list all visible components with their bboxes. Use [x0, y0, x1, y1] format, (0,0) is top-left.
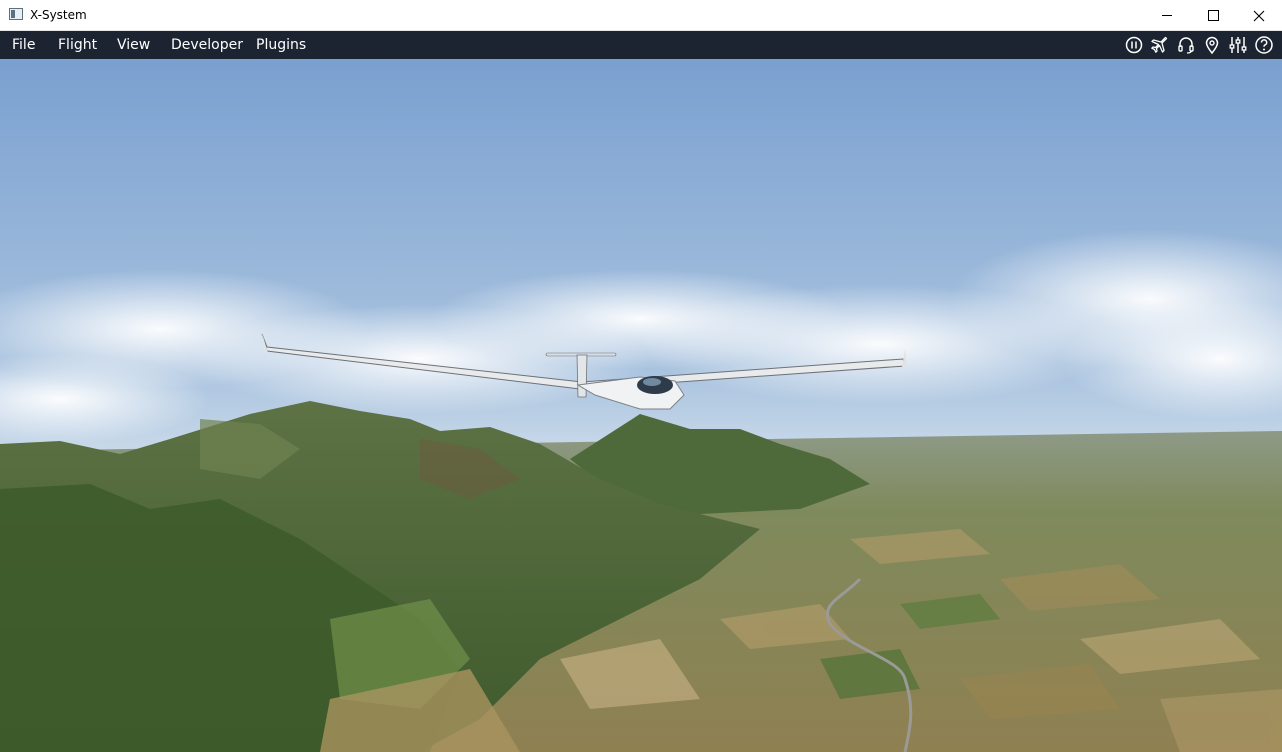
- airplane-icon[interactable]: [1150, 35, 1170, 55]
- menu-bar: File Flight View Developer Plugins: [0, 31, 1282, 59]
- close-icon: [1253, 10, 1265, 21]
- menu-developer[interactable]: Developer: [171, 31, 243, 59]
- scenery-view: [0, 59, 1282, 752]
- help-icon[interactable]: [1254, 35, 1274, 55]
- menu-flight[interactable]: Flight: [58, 31, 97, 59]
- map-pin-icon[interactable]: [1202, 35, 1222, 55]
- menu-file[interactable]: File: [12, 31, 35, 59]
- simulator-viewport[interactable]: [0, 59, 1282, 752]
- pause-icon[interactable]: [1124, 35, 1144, 55]
- headset-icon[interactable]: [1176, 35, 1196, 55]
- minimize-button[interactable]: [1144, 0, 1190, 31]
- window-title: X-System: [30, 8, 87, 22]
- maximize-icon: [1207, 10, 1219, 21]
- sliders-icon[interactable]: [1228, 35, 1248, 55]
- app-icon: [9, 8, 23, 20]
- menu-view[interactable]: View: [117, 31, 150, 59]
- maximize-button[interactable]: [1190, 0, 1236, 31]
- window-titlebar: X-System: [0, 0, 1282, 31]
- close-button[interactable]: [1236, 0, 1282, 31]
- menu-plugins[interactable]: Plugins: [256, 31, 306, 59]
- minimize-icon: [1162, 15, 1172, 16]
